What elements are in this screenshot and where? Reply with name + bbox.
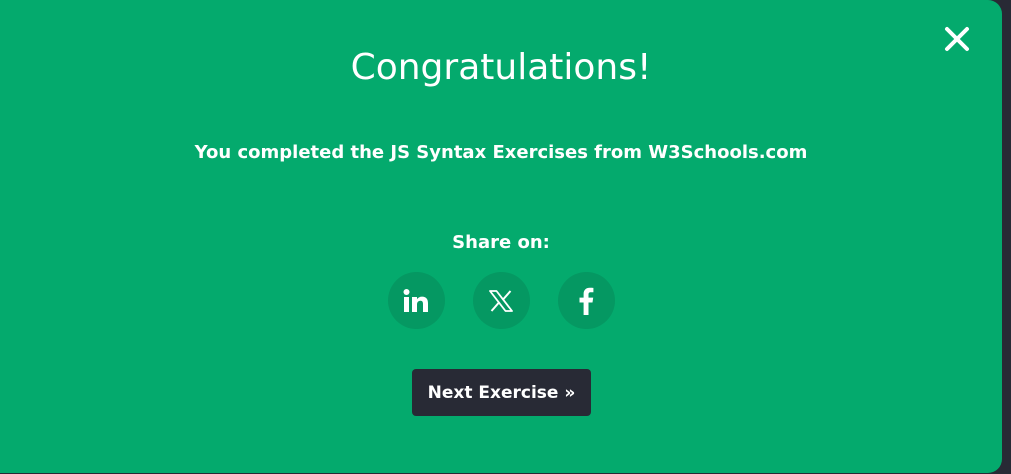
next-exercise-button[interactable]: Next Exercise »	[412, 369, 591, 416]
share-facebook-button[interactable]	[557, 272, 615, 329]
modal-title: Congratulations!	[350, 47, 652, 88]
x-icon	[489, 289, 513, 312]
share-linkedin-button[interactable]	[387, 272, 445, 329]
share-label: Share on:	[452, 232, 550, 253]
completion-message: You completed the JS Syntax Exercises fr…	[194, 142, 808, 163]
linkedin-icon	[403, 288, 428, 312]
share-buttons	[0, 272, 1002, 329]
share-x-button[interactable]	[472, 272, 530, 329]
facebook-icon	[579, 287, 594, 315]
congratulations-modal: Congratulations! You completed the JS Sy…	[0, 0, 1002, 473]
